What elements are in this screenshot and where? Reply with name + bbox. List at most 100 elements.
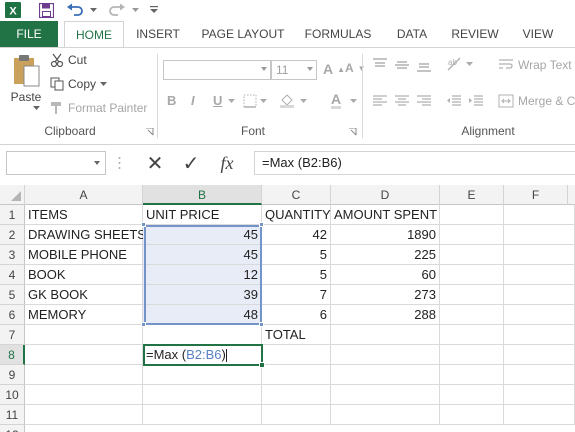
row-header-8[interactable]: 8: [0, 345, 25, 365]
align-center-icon[interactable]: [394, 94, 410, 108]
italic-button[interactable]: I: [191, 93, 195, 108]
decrease-indent-icon[interactable]: [446, 94, 462, 108]
cell-b2[interactable]: 45: [143, 225, 262, 245]
tab-insert[interactable]: INSERT: [132, 21, 184, 47]
cell-d8[interactable]: [331, 345, 440, 365]
column-header-b[interactable]: B: [143, 185, 262, 205]
cell-a8[interactable]: [25, 345, 143, 365]
range-resize-handle[interactable]: [259, 222, 264, 227]
customize-toolbar-icon[interactable]: [148, 1, 160, 19]
cell-a10[interactable]: [25, 385, 143, 405]
cell-a1[interactable]: ITEMS: [25, 205, 143, 225]
cell-c10[interactable]: [262, 385, 331, 405]
merge-center-button[interactable]: Merge & C: [498, 94, 575, 108]
align-right-icon[interactable]: [416, 94, 432, 108]
cell-e11[interactable]: [440, 405, 504, 425]
select-all-corner[interactable]: [0, 185, 25, 205]
paste-button[interactable]: Paste: [8, 54, 44, 104]
column-header-a[interactable]: A: [25, 185, 143, 205]
cell-a6[interactable]: MEMORY: [25, 305, 143, 325]
cell-c2[interactable]: 42: [262, 225, 331, 245]
cell-d7[interactable]: [331, 325, 440, 345]
name-box[interactable]: [6, 151, 106, 175]
row-header-6[interactable]: 6: [0, 305, 25, 325]
clipboard-launcher-icon[interactable]: [146, 128, 154, 136]
cell-a9[interactable]: [25, 365, 143, 385]
row-header-3[interactable]: 3: [0, 245, 25, 265]
align-middle-icon[interactable]: [394, 58, 410, 72]
grow-font-icon[interactable]: A ▲: [323, 61, 345, 77]
cell-d5[interactable]: 273: [331, 285, 440, 305]
cell-f9[interactable]: [504, 365, 575, 385]
cell-a4[interactable]: BOOK: [25, 265, 143, 285]
cell-c11[interactable]: [262, 405, 331, 425]
bold-button[interactable]: B: [167, 93, 176, 108]
cell-d9[interactable]: [331, 365, 440, 385]
row-header-10[interactable]: 10: [0, 385, 25, 405]
cell-b10[interactable]: [143, 385, 262, 405]
cell-c6[interactable]: 6: [262, 305, 331, 325]
save-icon[interactable]: [36, 1, 56, 19]
increase-indent-icon[interactable]: [468, 94, 484, 108]
cell-f7[interactable]: [504, 325, 575, 345]
fill-color-dropdown-icon[interactable]: [300, 99, 307, 104]
range-resize-handle[interactable]: [259, 322, 264, 327]
borders-dropdown-icon[interactable]: [260, 99, 267, 104]
cell-d11[interactable]: [331, 405, 440, 425]
tab-review[interactable]: REVIEW: [446, 21, 504, 47]
row-header-7[interactable]: 7: [0, 325, 25, 345]
formula-input[interactable]: =Max (B2:B6): [254, 151, 575, 175]
range-resize-handle[interactable]: [141, 222, 146, 227]
cell-f8[interactable]: [504, 345, 575, 365]
cell-b5[interactable]: 39: [143, 285, 262, 305]
cell-c9[interactable]: [262, 365, 331, 385]
copy-button[interactable]: Copy: [50, 77, 108, 91]
row-header-12[interactable]: 12: [0, 425, 25, 432]
font-name-box[interactable]: [163, 60, 271, 80]
undo-dropdown-icon[interactable]: [88, 1, 98, 19]
tab-home[interactable]: HOME: [64, 21, 124, 48]
range-resize-handle[interactable]: [141, 322, 146, 327]
name-box-dropdown-icon[interactable]: [94, 161, 100, 165]
tab-page-layout[interactable]: PAGE LAYOUT: [196, 21, 290, 47]
cell-e2[interactable]: [440, 225, 504, 245]
cell-f10[interactable]: [504, 385, 575, 405]
row-header-5[interactable]: 5: [0, 285, 25, 305]
cell-a2[interactable]: DRAWING SHEETS: [25, 225, 146, 245]
underline-button[interactable]: U: [213, 93, 222, 108]
row-header-4[interactable]: 4: [0, 265, 25, 285]
cell-a11[interactable]: [25, 405, 143, 425]
cell-d3[interactable]: 225: [331, 245, 440, 265]
cell-f1[interactable]: [504, 205, 575, 225]
cell-d10[interactable]: [331, 385, 440, 405]
fill-handle[interactable]: [259, 362, 265, 368]
redo-dropdown-icon[interactable]: [130, 1, 140, 19]
cell-c5[interactable]: 7: [262, 285, 331, 305]
cell-d2[interactable]: 1890: [331, 225, 440, 245]
row-header-1[interactable]: 1: [0, 205, 25, 225]
cut-button[interactable]: Cut: [50, 53, 87, 67]
column-header-f[interactable]: F: [504, 185, 568, 205]
cell-f3[interactable]: [504, 245, 575, 265]
font-color-dropdown-icon[interactable]: [350, 99, 357, 104]
wrap-text-button[interactable]: Wrap Text: [498, 58, 572, 72]
cell-b11[interactable]: [143, 405, 262, 425]
row-header-2[interactable]: 2: [0, 225, 25, 245]
tab-data[interactable]: DATA: [388, 21, 436, 47]
cell-b1[interactable]: UNIT PRICE: [143, 205, 262, 225]
cell-e5[interactable]: [440, 285, 504, 305]
paste-dropdown-icon[interactable]: [33, 106, 40, 111]
row-header-9[interactable]: 9: [0, 365, 25, 385]
cell-b7[interactable]: [143, 325, 262, 345]
cell-c1[interactable]: QUANTITY: [262, 205, 331, 225]
cell-f4[interactable]: [504, 265, 575, 285]
cell-e10[interactable]: [440, 385, 504, 405]
column-header-e[interactable]: E: [440, 185, 504, 205]
align-bottom-icon[interactable]: [416, 58, 432, 72]
cell-d1[interactable]: AMOUNT SPENT: [331, 205, 440, 225]
cell-e1[interactable]: [440, 205, 504, 225]
font-launcher-icon[interactable]: [349, 128, 357, 136]
cell-e4[interactable]: [440, 265, 504, 285]
tab-file[interactable]: FILE: [0, 21, 58, 47]
cell-e3[interactable]: [440, 245, 504, 265]
